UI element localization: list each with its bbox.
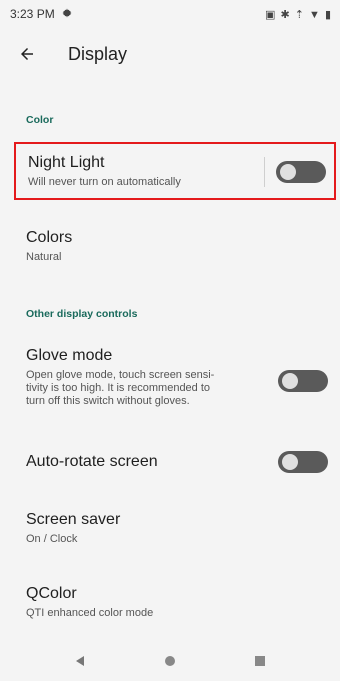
gear-icon (61, 7, 73, 22)
screen-saver-title: Screen saver (26, 511, 121, 528)
screen-saver-item[interactable]: Screen saver On / Clock (14, 510, 336, 546)
status-time: 3:23 PM (10, 7, 55, 21)
back-triangle-icon[interactable] (74, 655, 86, 667)
glove-mode-subtitle-line3: turn off this switch without gloves. (26, 395, 190, 407)
colors-subtitle: Natural (26, 251, 62, 263)
display-settings-screen: 3:23 PM ▣ ✱ ⇡ ▼ ▮ Display Color Night Li… (0, 0, 340, 681)
colors-title: Colors (26, 229, 73, 246)
glove-mode-toggle[interactable] (278, 370, 328, 392)
toggle-knob (282, 373, 298, 389)
toggle-divider (264, 157, 265, 187)
toggle-knob (282, 454, 298, 470)
status-left: 3:23 PM (10, 7, 73, 22)
page-title: Display (68, 43, 128, 64)
section-header-color: Color (26, 114, 54, 126)
app-bar: Display (0, 30, 340, 78)
home-circle-icon[interactable] (164, 655, 176, 667)
recents-square-icon[interactable] (254, 655, 266, 667)
auto-rotate-toggle[interactable] (278, 451, 328, 473)
status-bar: 3:23 PM ▣ ✱ ⇡ ▼ ▮ (0, 0, 340, 28)
status-icons-text: ▣ ✱ ⇡ ▼ ▮ (265, 8, 332, 21)
colors-item[interactable]: Colors Natural (14, 228, 336, 264)
back-arrow-icon[interactable] (16, 43, 38, 65)
glove-mode-title: Glove mode (26, 347, 113, 364)
toggle-knob (280, 164, 296, 180)
screen-saver-subtitle: On / Clock (26, 533, 78, 545)
night-light-item[interactable]: Night Light Will never turn on automatic… (14, 142, 336, 200)
qcolor-subtitle: QTI enhanced color mode (26, 607, 154, 619)
status-icons: ▣ ✱ ⇡ ▼ ▮ (265, 8, 332, 21)
night-light-toggle[interactable] (276, 161, 326, 183)
navigation-bar (0, 641, 340, 681)
auto-rotate-item[interactable]: Auto-rotate screen (14, 451, 336, 476)
qcolor-item[interactable]: QColor QTI enhanced color mode (14, 584, 336, 620)
section-header-other-display-controls: Other display controls (26, 308, 138, 320)
glove-mode-item[interactable]: Glove mode Open glove mode, touch screen… (14, 346, 336, 420)
qcolor-title: QColor (26, 585, 77, 602)
